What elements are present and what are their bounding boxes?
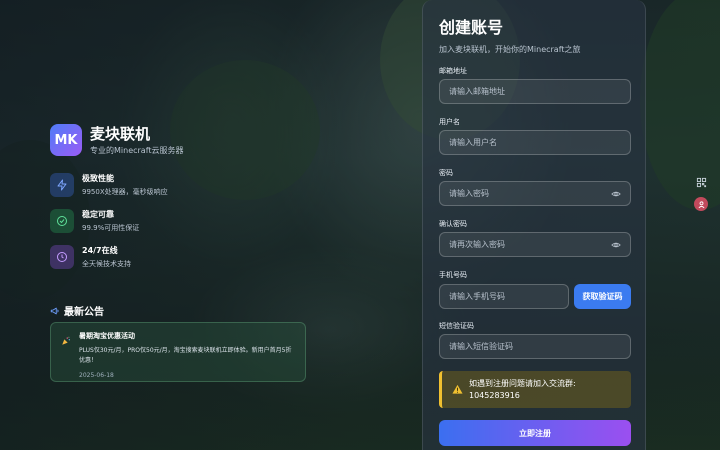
register-panel: 创建账号 加入麦块联机，开始你的Minecraft之旅 邮箱地址 用户名 密码 …: [422, 0, 646, 450]
password-label: 密码: [439, 169, 453, 177]
megaphone-icon: [50, 301, 60, 320]
password-field[interactable]: [449, 189, 611, 198]
notice-group-number: 1045283916: [469, 390, 520, 400]
sms-code-label: 短信验证码: [439, 322, 474, 330]
lightning-icon: [50, 173, 74, 197]
phone-field-wrap: [439, 284, 569, 309]
email-label: 邮箱地址: [439, 67, 467, 75]
warning-icon: [452, 384, 463, 394]
feature-desc: 99.9%可用性保证: [82, 224, 140, 232]
password-field-wrap: [439, 181, 631, 206]
qr-code-icon[interactable]: [694, 175, 708, 189]
announcements-title: 最新公告: [64, 307, 104, 318]
brand-subtitle: 专业的Minecraft云服务器: [90, 145, 184, 155]
clock-icon: [50, 245, 74, 269]
phone-label: 手机号码: [439, 271, 467, 279]
feature-title: 24/7在线: [82, 246, 118, 255]
brand-logo: MK: [50, 124, 82, 156]
email-field[interactable]: [449, 87, 621, 96]
username-field-wrap: [439, 130, 631, 155]
feature-title: 稳定可靠: [82, 210, 114, 219]
eye-icon[interactable]: [611, 240, 621, 250]
announcement-date: 2025-06-18: [79, 372, 114, 379]
announcement-card[interactable]: 暑期淘宝优惠活动 PLUS仅30元/月，PRO仅50元/月，淘宝搜索麦块联机立即…: [50, 322, 306, 382]
register-notice: 如遇到注册问题请加入交流群: 1045283916: [439, 371, 631, 408]
announcement-content: PLUS仅30元/月，PRO仅50元/月，淘宝搜索麦块联机立即体验。新用户首月5…: [79, 347, 292, 364]
sms-code-field-wrap: [439, 334, 631, 359]
confirm-password-field-wrap: [439, 232, 631, 257]
username-field[interactable]: [449, 138, 621, 147]
confirm-password-field[interactable]: [449, 240, 611, 249]
eye-icon[interactable]: [611, 189, 621, 199]
register-title: 创建账号: [439, 18, 504, 37]
feature-desc: 全天候技术支持: [82, 260, 131, 268]
phone-field[interactable]: [449, 292, 559, 301]
register-subtitle: 加入麦块联机，开始你的Minecraft之旅: [439, 45, 581, 54]
confirm-password-label: 确认密码: [439, 220, 467, 228]
email-field-wrap: [439, 79, 631, 104]
brand-title: 麦块联机: [90, 124, 151, 143]
feature-performance: 极致性能 9950X处理器，毫秒级响应: [50, 173, 168, 197]
username-label: 用户名: [439, 118, 460, 126]
get-code-button[interactable]: 获取验证码: [574, 284, 631, 309]
support-avatar-icon[interactable]: [694, 197, 708, 211]
register-button[interactable]: 立即注册: [439, 420, 631, 446]
brand: MK 麦块联机 专业的Minecraft云服务器: [50, 124, 184, 156]
announcement-title: 暑期淘宝优惠活动: [79, 332, 135, 340]
shield-check-icon: [50, 209, 74, 233]
announcements-heading: 最新公告: [50, 301, 104, 320]
sms-code-field[interactable]: [449, 342, 621, 351]
notice-text: 如遇到注册问题请加入交流群:: [469, 378, 576, 388]
feature-support: 24/7在线 全天候技术支持: [50, 245, 131, 269]
party-popper-icon: [61, 331, 71, 350]
feature-desc: 9950X处理器，毫秒级响应: [82, 188, 168, 196]
feature-stability: 稳定可靠 99.9%可用性保证: [50, 209, 139, 233]
feature-title: 极致性能: [82, 174, 114, 183]
